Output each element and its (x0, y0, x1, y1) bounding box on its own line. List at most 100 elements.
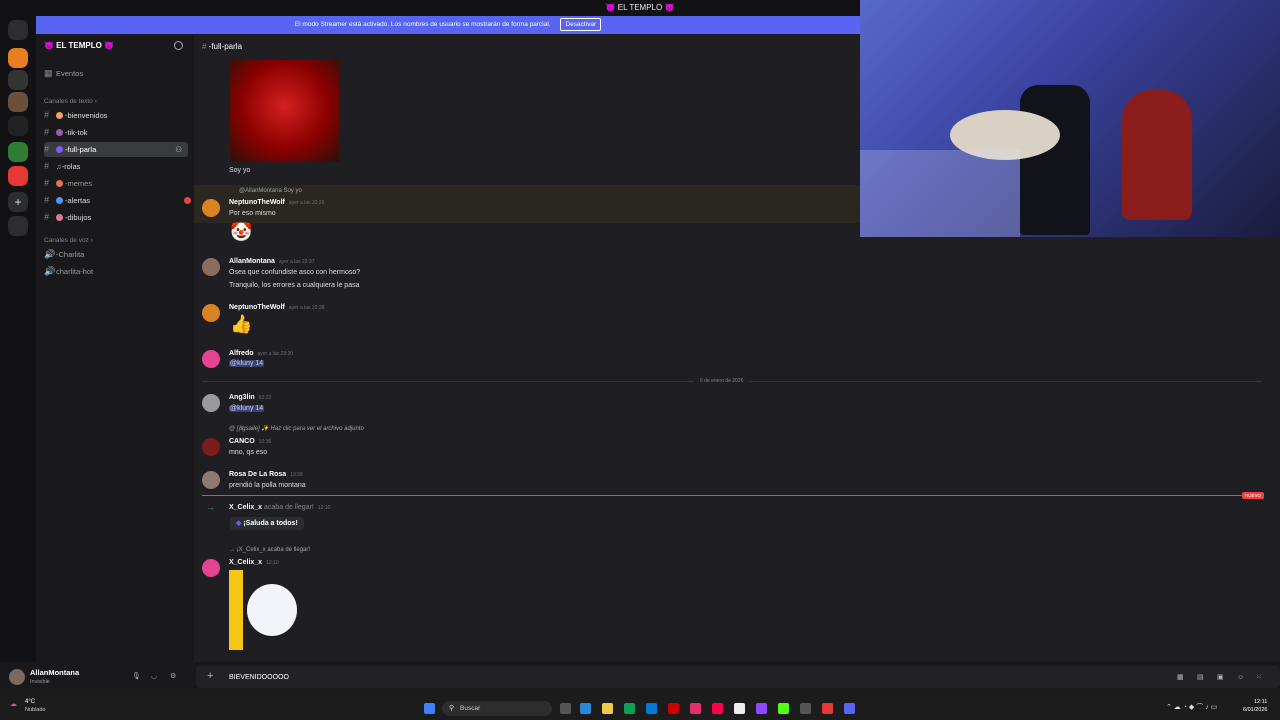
user-avatar[interactable] (9, 669, 25, 685)
avatar[interactable] (202, 199, 220, 217)
gif-sticker[interactable] (229, 570, 307, 650)
category-text-channels[interactable]: Canales de texto › (44, 98, 97, 105)
channel-header: # -full-parla (202, 42, 242, 51)
server-icon-active[interactable] (8, 166, 28, 186)
wave-button[interactable]: ◆ ¡Saluda a todos! (230, 517, 304, 530)
timestamp: 02:22 (258, 395, 272, 401)
message-input[interactable] (196, 666, 1280, 688)
add-friend-icon[interactable] (174, 41, 183, 50)
avatar[interactable] (202, 394, 220, 412)
server-icon[interactable] (8, 92, 28, 112)
server-icon[interactable] (8, 70, 28, 90)
author-name[interactable]: NeptunoTheWolf (229, 199, 285, 206)
timestamp: ayer a las 22:38 (288, 305, 325, 311)
server-icon[interactable] (8, 142, 28, 162)
app-icon[interactable] (712, 703, 723, 714)
channel-dibujos[interactable]: # -dibujos (44, 210, 91, 225)
channel-rolas[interactable]: # ♫-rolas (44, 159, 80, 174)
headphones-icon[interactable]: ◡ (151, 671, 157, 682)
discord-home-icon[interactable] (8, 20, 28, 40)
category-voice-channels[interactable]: Canales de voz › (44, 237, 93, 244)
author-name[interactable]: X_Celix_x (229, 504, 262, 511)
attach-plus-icon[interactable]: + (207, 671, 213, 682)
author-name[interactable]: AllanMontana (229, 258, 275, 265)
author-name[interactable]: NeptunoTheWolf (229, 304, 285, 311)
user-mention[interactable]: @kluny 14 (229, 405, 265, 412)
emoji-icon (56, 129, 63, 136)
kick-icon[interactable] (778, 703, 789, 714)
obs-icon[interactable] (800, 703, 811, 714)
twitch-icon[interactable] (756, 703, 767, 714)
emoji-icon (56, 146, 63, 153)
windows-start-icon[interactable] (424, 703, 435, 714)
apps-icon[interactable]: ⁙ (1256, 672, 1262, 683)
user-mention[interactable]: @kluny 14 (229, 360, 265, 367)
author-name[interactable]: CANCO (229, 438, 255, 445)
message-text: Tranquilo, los errores a cualquiera le p… (229, 282, 360, 289)
author-name[interactable]: Alfredo (229, 350, 254, 357)
add-server-icon[interactable]: + (8, 192, 28, 212)
gif-icon[interactable]: ▤ (1197, 672, 1204, 683)
avatar[interactable] (202, 258, 220, 276)
avatar[interactable] (202, 471, 220, 489)
thumbs-up-emoji: 👍 (230, 314, 253, 334)
app-icon[interactable] (668, 703, 679, 714)
sticker-icon[interactable]: ▣ (1217, 672, 1224, 683)
channel-bienvenidos[interactable]: # -bienvenidos (44, 108, 108, 123)
new-badge: NUEVO (1242, 492, 1265, 499)
amazon-icon[interactable] (734, 703, 745, 714)
channel-alertas[interactable]: # -alertas (44, 193, 191, 208)
app-icon[interactable] (580, 703, 591, 714)
hash-icon: # (44, 195, 50, 205)
reply-arrow-icon: → (229, 547, 237, 553)
disable-streamer-button[interactable]: Desactivar (560, 18, 602, 31)
voice-channel-charlita[interactable]: 🔊-Charlita (44, 247, 84, 262)
sticker-image[interactable] (230, 60, 339, 162)
voice-channel-charlita-hot[interactable]: 🔊charlita-hot (44, 264, 93, 279)
clock-time[interactable]: 12:11 (1254, 698, 1267, 706)
reply-preview[interactable]: @AllanMontana Soy yo (239, 186, 302, 197)
author-name[interactable]: Ang3lin (229, 394, 255, 401)
settings-gear-icon[interactable]: ⚙ (170, 671, 176, 682)
message-text: Por eso mismo (229, 210, 276, 217)
app-icon[interactable] (822, 703, 833, 714)
emoji-icon (56, 180, 63, 187)
hash-icon: # (44, 178, 50, 188)
server-name[interactable]: 👿 EL TEMPLO 👿 (44, 41, 114, 50)
emoji-picker-icon[interactable]: ☺ (1237, 672, 1244, 683)
channel-memes[interactable]: # -memes (44, 176, 92, 191)
weather-temp[interactable]: 4°C (25, 698, 35, 706)
avatar[interactable] (202, 350, 220, 368)
timestamp: 12:10 (317, 505, 331, 511)
new-messages-line (202, 495, 1244, 496)
gift-icon[interactable]: ▦ (1177, 672, 1184, 683)
server-icon[interactable] (8, 116, 28, 136)
instagram-icon[interactable] (690, 703, 701, 714)
discord-taskbar-icon[interactable] (844, 703, 855, 714)
microphone-icon[interactable]: 🎙 (132, 671, 141, 682)
avatar[interactable] (202, 438, 220, 456)
task-view-icon[interactable] (560, 703, 571, 714)
avatar[interactable] (202, 559, 220, 577)
sidebar-item-events[interactable]: ▦ Eventos (44, 66, 83, 81)
edge-icon[interactable] (624, 703, 635, 714)
explore-icon[interactable] (8, 216, 28, 236)
author-name[interactable]: X_Celix_x (229, 559, 262, 566)
taskbar-search[interactable] (442, 701, 552, 716)
file-explorer-icon[interactable] (602, 703, 613, 714)
message-input-text[interactable]: BIEVENIDOOOOO (229, 672, 289, 683)
server-icon[interactable] (8, 48, 28, 68)
app-icon[interactable] (646, 703, 657, 714)
reply-preview[interactable]: → ¡X_Celix_x acaba de llegar! (229, 545, 310, 556)
user-status: Invisible (30, 679, 50, 685)
tray-icons[interactable]: ⌃ ☁ ◔ ◆ ⌒ ♪ ▭ (1166, 702, 1217, 713)
webcam-overlay (860, 0, 1280, 237)
timestamp: ayer a las 22:37 (278, 259, 315, 265)
add-member-icon[interactable]: ⚇ (175, 142, 182, 157)
avatar[interactable] (202, 304, 220, 322)
reply-preview[interactable]: @ [Ꞵgsaile] ✨ Haz clic para ver el archi… (229, 424, 364, 435)
channel-full-parla[interactable]: # -full-parla ⚇ (44, 142, 188, 157)
date-divider: 6 de enero de 2026 (694, 376, 750, 387)
channel-tik-tok[interactable]: # -tik-tok (44, 125, 88, 140)
author-name[interactable]: Rosa De La Rosa (229, 471, 286, 478)
